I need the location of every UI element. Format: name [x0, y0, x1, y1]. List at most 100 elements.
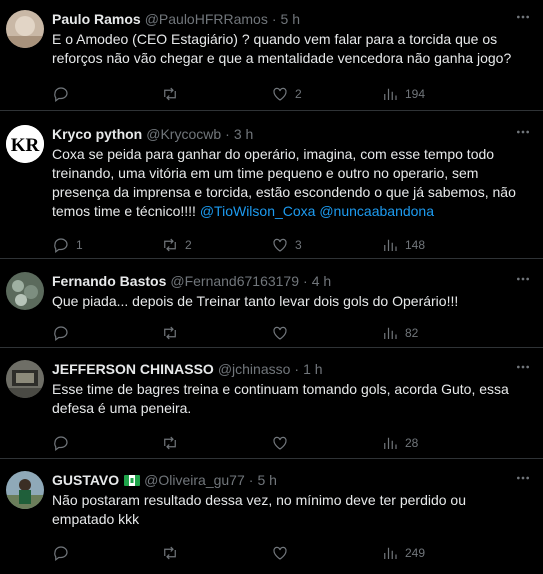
views-count: 249 [405, 546, 426, 560]
heart-icon [273, 238, 287, 252]
like-button[interactable] [271, 544, 381, 562]
retweet-icon [164, 87, 176, 101]
display-name[interactable]: Fernando Bastos [52, 272, 166, 290]
views-button[interactable]: 148 [381, 236, 491, 254]
views-count: 194 [405, 87, 426, 101]
more-options-icon[interactable] [515, 359, 531, 375]
user-handle[interactable]: @Krycocwb [146, 125, 221, 143]
views-count: 28 [405, 436, 419, 450]
separator-dot: · [303, 273, 308, 289]
display-name[interactable]: Paulo Ramos [52, 10, 141, 28]
views-chart-icon [384, 547, 397, 559]
reply-tweet[interactable]: JEFFERSON CHINASSO @jchinasso · 1 h Esse… [0, 348, 543, 459]
display-name[interactable]: JEFFERSON CHINASSO [52, 360, 214, 378]
avatar[interactable] [6, 10, 44, 48]
more-options-icon[interactable] [515, 9, 531, 25]
more-options-icon[interactable] [515, 124, 531, 140]
avatar[interactable] [6, 360, 44, 398]
like-button[interactable]: 2 [271, 85, 381, 103]
retweet-icon [164, 326, 176, 340]
tweet-header: Kryco python @Krycocwb · 3 h [52, 125, 529, 143]
tweet-header: Fernando Bastos @Fernand67163179 · 4 h [52, 272, 529, 290]
like-button[interactable] [271, 434, 381, 452]
retweet-button[interactable] [161, 434, 271, 452]
mentions-links[interactable]: @TioWilson_Coxa @nuncaabandona [200, 203, 434, 219]
more-options-icon[interactable] [515, 271, 531, 287]
views-button[interactable]: 249 [381, 544, 491, 562]
user-handle[interactable]: @PauloHFRRamos [145, 10, 268, 28]
views-button[interactable]: 82 [381, 324, 491, 342]
timestamp[interactable]: 3 h [234, 125, 253, 143]
views-button[interactable]: 194 [381, 85, 491, 103]
retweet-icon [164, 546, 176, 560]
retweet-button[interactable]: 2 [161, 236, 271, 254]
more-options-icon[interactable] [515, 470, 531, 486]
svg-text:KR: KR [11, 135, 40, 156]
separator-dot: · [294, 361, 300, 377]
like-button[interactable]: 3 [271, 236, 381, 254]
tweet-header: JEFFERSON CHINASSO @jchinasso · 1 h [52, 360, 529, 378]
retweet-count: 2 [185, 238, 192, 252]
timestamp[interactable]: 5 h [257, 471, 276, 489]
views-button[interactable]: 28 [381, 434, 491, 452]
reply-icon [54, 326, 68, 341]
reply-icon [54, 546, 68, 561]
user-handle[interactable]: @Oliveira_gu77 [144, 471, 245, 489]
views-count: 82 [405, 326, 419, 340]
reply-button[interactable] [52, 434, 161, 452]
avatar[interactable] [6, 272, 44, 310]
timestamp[interactable]: 4 h [312, 272, 331, 290]
display-name[interactable]: Kryco python [52, 125, 142, 143]
avatar-image [6, 10, 44, 48]
reply-button[interactable]: 1 [52, 236, 161, 254]
separator-dot: · [248, 472, 254, 488]
separator-dot: · [271, 11, 277, 27]
tweet-actions: 1 2 3 148 [52, 227, 529, 263]
reply-icon [54, 238, 68, 253]
reply-count: 1 [76, 238, 83, 252]
tweet-actions: 2 194 [52, 76, 529, 112]
avatar-image [6, 471, 44, 509]
retweet-button[interactable] [161, 544, 271, 562]
tweet-header: GUSTAVO @Oliveira_gu77 · 5 h [52, 471, 529, 489]
views-chart-icon [384, 437, 397, 449]
reply-tweet[interactable]: KR Kryco python @Krycocwb · 3 h Coxa se … [0, 111, 543, 259]
user-handle[interactable]: @jchinasso [218, 360, 291, 378]
separator-dot: · [225, 126, 230, 142]
reply-tweet[interactable]: Fernando Bastos @Fernand67163179 · 4 h Q… [0, 259, 543, 348]
reply-button[interactable] [52, 544, 161, 562]
reply-tweet[interactable]: Paulo Ramos @PauloHFRRamos · 5 h E o Amo… [0, 0, 543, 111]
user-handle[interactable]: @Fernand67163179 [170, 272, 299, 290]
retweet-button[interactable] [161, 324, 271, 342]
avatar[interactable]: KR [6, 125, 44, 163]
tweet-text: Não postaram resultado dessa vez, no mín… [52, 492, 467, 527]
reply-icon [54, 436, 68, 451]
timestamp[interactable]: 5 h [281, 10, 300, 28]
like-button[interactable] [271, 324, 381, 342]
tweet-text: Que piada... depois de Treinar tanto lev… [52, 293, 459, 309]
display-name[interactable]: GUSTAVO [52, 471, 119, 489]
reply-icon [54, 87, 68, 102]
reply-button[interactable] [52, 85, 161, 103]
avatar[interactable] [6, 471, 44, 509]
tweet-actions: 82 [52, 315, 529, 351]
heart-icon [273, 546, 287, 560]
retweet-icon [164, 238, 176, 252]
retweet-icon [164, 436, 176, 450]
heart-icon [273, 87, 287, 101]
views-count: 148 [405, 238, 426, 252]
retweet-button[interactable] [161, 85, 271, 103]
brazil-flag-icon [124, 474, 141, 486]
views-chart-icon [384, 88, 397, 100]
like-count: 3 [295, 238, 302, 252]
reply-button[interactable] [52, 324, 161, 342]
tweet-text: Coxa se peida para ganhar do operário, i… [52, 145, 529, 221]
tweet-actions: 249 [52, 535, 529, 571]
tweet-text: E o Amodeo (CEO Estagiário) ? quando vem… [52, 31, 512, 66]
avatar-image [6, 272, 44, 310]
reply-tweet[interactable]: GUSTAVO @Oliveira_gu77 · 5 h Não postara… [0, 459, 543, 574]
reply-feed: Paulo Ramos @PauloHFRRamos · 5 h E o Amo… [0, 0, 543, 574]
timestamp[interactable]: 1 h [303, 360, 322, 378]
views-chart-icon [384, 239, 397, 251]
heart-icon [273, 436, 287, 450]
